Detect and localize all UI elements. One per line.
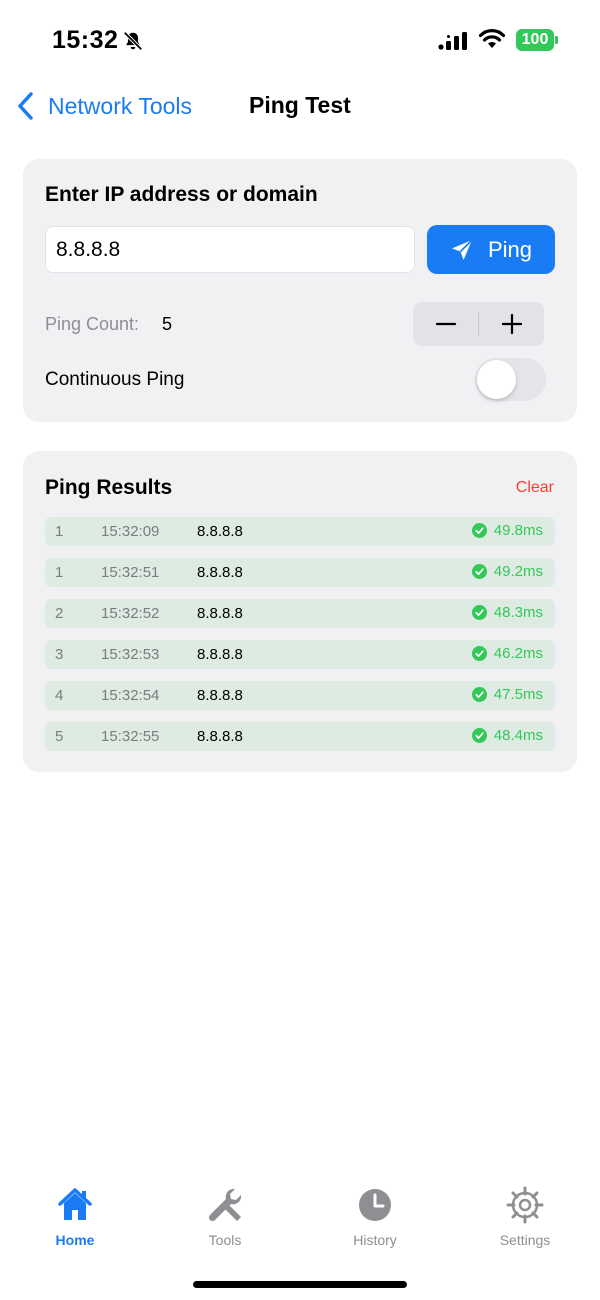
check-circle-icon	[471, 605, 487, 620]
ping-input-card: Enter IP address or domain Ping Ping Cou…	[23, 159, 577, 422]
battery-level: 100	[516, 29, 554, 51]
results-list: 1 15:32:09 8.8.8.8 49.8ms 1 15:32:51 8.8…	[45, 517, 555, 763]
wrench-icon	[208, 1188, 242, 1222]
row-index: 3	[55, 646, 64, 663]
row-status: 47.5ms	[471, 686, 543, 703]
row-time: 15:32:53	[101, 646, 160, 663]
row-time: 15:32:54	[101, 687, 160, 704]
continuous-ping-toggle[interactable]	[475, 358, 546, 401]
status-time: 15:32	[52, 26, 119, 54]
tab-history[interactable]: History	[325, 1185, 425, 1248]
row-time: 15:32:52	[101, 605, 160, 622]
results-title: Ping Results	[45, 476, 173, 499]
result-row: 3 15:32:53 8.8.8.8 46.2ms	[45, 640, 555, 669]
row-host: 8.8.8.8	[197, 564, 243, 581]
row-time: 15:32:55	[101, 728, 160, 745]
ip-input-heading: Enter IP address or domain	[45, 183, 318, 206]
row-status: 49.8ms	[471, 522, 543, 539]
tab-home[interactable]: Home	[25, 1185, 125, 1248]
signal-icon	[438, 32, 467, 50]
ping-count-value: 5	[162, 314, 173, 334]
paper-plane-icon	[451, 238, 473, 260]
chevron-left-icon	[18, 92, 33, 120]
increment-button[interactable]	[479, 302, 544, 346]
row-index: 1	[55, 564, 64, 581]
row-status: 48.4ms	[471, 727, 543, 744]
ping-button[interactable]: Ping	[427, 225, 555, 274]
ping-button-label: Ping	[487, 236, 533, 262]
result-row: 4 15:32:54 8.8.8.8 47.5ms	[45, 681, 555, 710]
ip-address-input[interactable]	[45, 226, 415, 273]
result-row: 1 15:32:09 8.8.8.8 49.8ms	[45, 517, 555, 546]
row-host: 8.8.8.8	[197, 605, 243, 622]
row-index: 5	[55, 728, 64, 745]
row-latency: 47.5ms	[493, 686, 543, 703]
ping-test-screen: 15:32 100 Network Tools Ping Test Enter …	[0, 0, 600, 1300]
decrement-button[interactable]	[413, 302, 478, 346]
row-status: 49.2ms	[471, 563, 543, 580]
clear-button[interactable]: Clear	[516, 479, 554, 497]
tab-label: History	[353, 1232, 397, 1248]
back-button[interactable]: Network Tools	[16, 88, 192, 124]
plus-icon	[501, 313, 522, 335]
toggle-knob	[477, 360, 516, 399]
gear-icon	[506, 1186, 544, 1224]
tab-label: Home	[55, 1232, 95, 1248]
navigation-bar: Network Tools Ping Test	[0, 82, 600, 132]
result-row: 5 15:32:55 8.8.8.8 48.4ms	[45, 722, 555, 751]
row-host: 8.8.8.8	[197, 728, 243, 745]
check-circle-icon	[471, 646, 487, 661]
row-time: 15:32:51	[101, 564, 160, 581]
tab-tools[interactable]: Tools	[175, 1185, 275, 1248]
page-title: Ping Test	[249, 92, 351, 118]
row-index: 1	[55, 523, 64, 540]
ping-count-stepper	[413, 302, 544, 346]
check-circle-icon	[471, 728, 487, 743]
result-row: 2 15:32:52 8.8.8.8 48.3ms	[45, 599, 555, 628]
check-circle-icon	[471, 687, 487, 702]
row-latency: 49.8ms	[493, 522, 543, 539]
row-status: 46.2ms	[471, 645, 543, 662]
tab-bar: Home Tools History Settings	[0, 1185, 600, 1255]
row-latency: 48.4ms	[493, 727, 543, 744]
back-label: Network Tools	[48, 92, 193, 119]
tab-settings[interactable]: Settings	[475, 1185, 575, 1248]
home-icon	[58, 1188, 92, 1220]
ping-results-card: Ping Results Clear 1 15:32:09 8.8.8.8 49…	[23, 451, 577, 772]
home-indicator	[193, 1281, 407, 1288]
row-index: 2	[55, 605, 64, 622]
battery-icon: 100	[516, 29, 558, 51]
row-index: 4	[55, 687, 64, 704]
row-latency: 46.2ms	[493, 645, 543, 662]
check-circle-icon	[471, 564, 487, 579]
check-circle-icon	[471, 523, 487, 538]
row-latency: 49.2ms	[493, 563, 543, 580]
wifi-icon	[478, 29, 506, 48]
row-status: 48.3ms	[471, 604, 543, 621]
row-latency: 48.3ms	[493, 604, 543, 621]
clock-icon	[359, 1189, 391, 1221]
continuous-ping-label: Continuous Ping	[45, 369, 185, 390]
row-time: 15:32:09	[101, 523, 160, 540]
result-row: 1 15:32:51 8.8.8.8 49.2ms	[45, 558, 555, 587]
status-bar: 15:32 100	[0, 0, 600, 80]
row-host: 8.8.8.8	[197, 687, 243, 704]
tab-label: Tools	[208, 1232, 242, 1248]
bell-slash-icon	[123, 31, 143, 51]
ping-count-label: Ping Count:	[45, 314, 140, 334]
row-host: 8.8.8.8	[197, 523, 243, 540]
row-host: 8.8.8.8	[197, 646, 243, 663]
battery-cap	[555, 36, 558, 44]
tab-label: Settings	[499, 1232, 551, 1248]
minus-icon	[435, 322, 456, 326]
